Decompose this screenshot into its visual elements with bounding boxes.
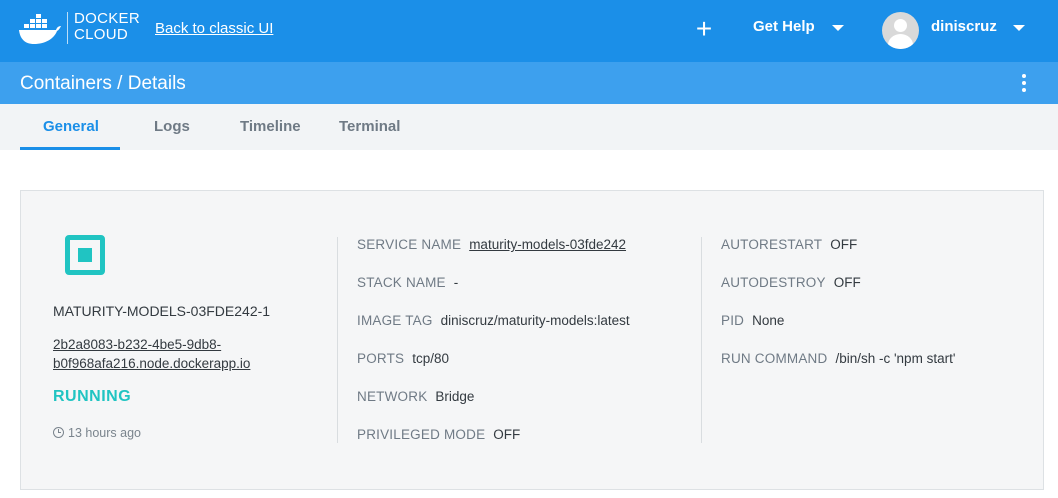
container-age: 13 hours ago	[53, 426, 141, 440]
detail-key: NETWORK	[357, 389, 428, 404]
status-badge: RUNNING	[53, 388, 132, 405]
container-name: MATURITY-MODELS-03FDE242-1	[53, 303, 271, 319]
detail-ports: PORTS tcp/80	[357, 351, 449, 366]
tab-general[interactable]: General	[43, 118, 99, 135]
user-menu-chevron-down-icon[interactable]	[1013, 25, 1025, 31]
tab-terminal[interactable]: Terminal	[339, 118, 400, 135]
column-divider	[701, 237, 702, 443]
username-menu[interactable]: diniscruz	[931, 18, 997, 35]
detail-key: IMAGE TAG	[357, 313, 433, 328]
brand-line-2: CLOUD	[74, 26, 129, 43]
detail-value: /bin/sh -c 'npm start'	[835, 351, 956, 366]
detail-key: AUTODESTROY	[721, 275, 826, 290]
detail-service-name: SERVICE NAME maturity-models-03fde242	[357, 237, 626, 252]
endpoint-line-2: b0f968afa216.node.dockerapp.io	[53, 356, 251, 371]
detail-value: OFF	[833, 275, 861, 290]
brand-name[interactable]: DOCKER CLOUD	[74, 11, 140, 43]
detail-key: STACK NAME	[357, 275, 446, 290]
container-details-card: MATURITY-MODELS-03FDE242-1 2b2a8083-b232…	[20, 190, 1044, 490]
active-tab-indicator	[20, 147, 120, 150]
avatar-head-shape	[894, 19, 907, 32]
top-navigation-bar: DOCKER CLOUD Back to classic UI + Get He…	[0, 0, 1058, 62]
detail-value: tcp/80	[412, 351, 450, 366]
column-divider	[337, 237, 338, 443]
clock-icon	[53, 427, 64, 438]
detail-pid: PID None	[721, 313, 784, 328]
detail-value: OFF	[830, 237, 858, 252]
detail-value: -	[453, 275, 459, 290]
back-to-classic-ui-link[interactable]: Back to classic UI	[155, 20, 273, 37]
detail-key: RUN COMMAND	[721, 351, 828, 366]
detail-autorestart: AUTORESTART OFF	[721, 237, 857, 252]
brand-line-1: DOCKER	[74, 10, 140, 27]
get-help-menu[interactable]: Get Help	[753, 18, 815, 35]
detail-key: AUTORESTART	[721, 237, 823, 252]
get-help-chevron-down-icon[interactable]	[832, 25, 844, 31]
user-avatar[interactable]	[882, 12, 919, 49]
container-endpoint-link[interactable]: 2b2a8083-b232-4be5-9db8- b0f968afa216.no…	[53, 335, 313, 373]
more-options-kebab-icon[interactable]	[1016, 72, 1032, 94]
container-icon	[65, 235, 105, 275]
tab-bar: General Logs Timeline Terminal	[0, 104, 1058, 150]
detail-value: None	[752, 313, 785, 328]
detail-run-command: RUN COMMAND/bin/sh -c 'npm start'	[721, 351, 955, 366]
detail-value: diniscruz/maturity-models:latest	[440, 313, 630, 328]
endpoint-line-1: 2b2a8083-b232-4be5-9db8-	[53, 337, 222, 352]
detail-key: PRIVILEGED MODE	[357, 427, 486, 442]
detail-value: OFF	[493, 427, 521, 442]
detail-key: PORTS	[357, 351, 405, 366]
page-header-bar: Containers / Details	[0, 62, 1058, 104]
logo-divider	[67, 12, 68, 44]
detail-network: NETWORK Bridge	[357, 389, 474, 404]
service-name-link[interactable]: maturity-models-03fde242	[469, 237, 626, 252]
detail-stack-name: STACK NAME -	[357, 275, 458, 290]
docker-whale-logo-icon[interactable]	[18, 12, 62, 46]
avatar-body-shape	[888, 34, 913, 49]
tab-timeline[interactable]: Timeline	[240, 118, 301, 135]
detail-key: SERVICE NAME	[357, 237, 462, 252]
tab-logs[interactable]: Logs	[154, 118, 190, 135]
detail-autodestroy: AUTODESTROY OFF	[721, 275, 861, 290]
add-plus-icon[interactable]: +	[692, 14, 716, 44]
detail-value: Bridge	[435, 389, 475, 404]
container-age-text: 13 hours ago	[68, 426, 141, 440]
detail-key: PID	[721, 313, 745, 328]
detail-image-tag: IMAGE TAG diniscruz/maturity-models:lates…	[357, 313, 630, 328]
detail-privileged-mode: PRIVILEGED MODE OFF	[357, 427, 520, 442]
breadcrumb: Containers / Details	[20, 73, 186, 94]
